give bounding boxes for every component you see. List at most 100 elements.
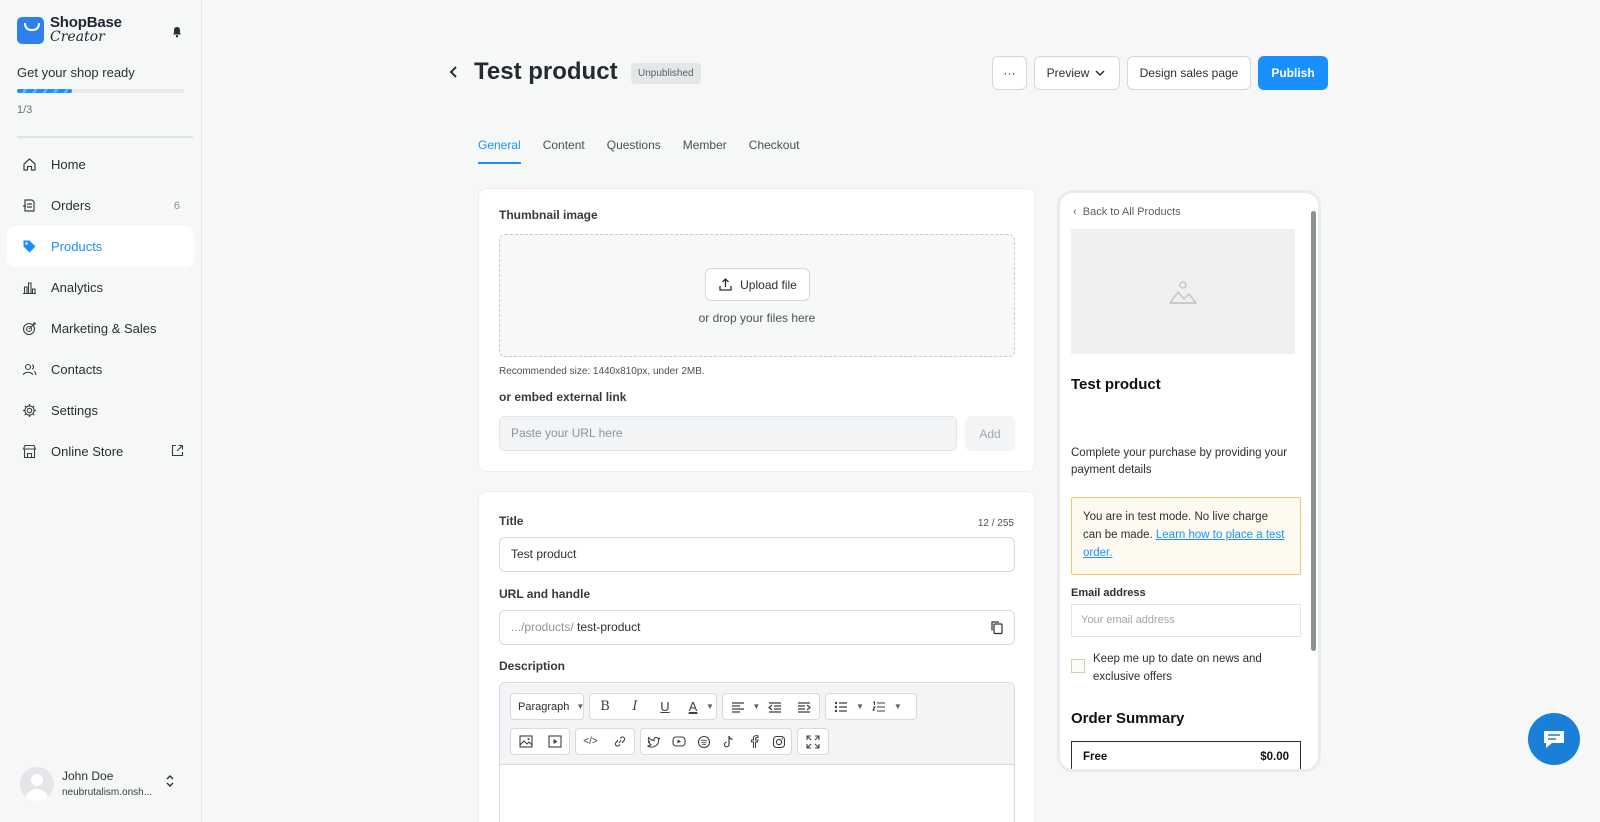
sidebar-item-online-store[interactable]: Online Store (7, 431, 194, 472)
chevron-down-icon[interactable]: ▼ (752, 702, 760, 711)
sidebar-item-products[interactable]: Products (7, 226, 194, 267)
chevron-down-icon (1095, 70, 1105, 77)
line-item-name: Free (1083, 750, 1108, 763)
text-color-icon[interactable]: A (680, 694, 706, 719)
publish-button[interactable]: Publish (1258, 56, 1328, 90)
email-label: Email address (1071, 587, 1146, 599)
bold-icon[interactable]: B (590, 694, 620, 719)
back-to-all-products-label: Back to All Products (1082, 206, 1181, 218)
tab-member[interactable]: Member (683, 138, 727, 164)
title-label: Title (499, 514, 524, 528)
bell-icon[interactable] (171, 26, 183, 38)
preview-button-label: Preview (1046, 66, 1090, 80)
design-sales-page-button[interactable]: Design sales page (1127, 56, 1251, 90)
sidebar-item-home[interactable]: Home (7, 144, 194, 185)
contacts-icon (21, 362, 37, 378)
shopping-bag-icon (17, 16, 44, 44)
store-icon (21, 444, 37, 460)
preview-product-title: Test product (1071, 376, 1161, 393)
outdent-icon[interactable] (760, 694, 789, 719)
fullscreen-group (797, 728, 829, 755)
chat-support-button[interactable] (1528, 713, 1580, 765)
newsletter-checkbox[interactable] (1071, 659, 1085, 673)
image-placeholder-icon (1169, 280, 1197, 304)
thumbnail-dropzone[interactable]: Upload file or drop your files here (499, 234, 1015, 357)
sidebar-item-analytics[interactable]: Analytics (7, 267, 194, 308)
home-icon (21, 157, 37, 173)
product-tabs: General Content Questions Member Checkou… (478, 138, 821, 164)
description-editor[interactable]: Paragraph ▼ B I U A ▼ ▼ ▼ ▼ </> (499, 682, 1015, 822)
upload-file-button[interactable]: Upload file (705, 268, 810, 301)
url-handle-label: URL and handle (499, 587, 591, 601)
more-actions-button[interactable]: ··· (992, 56, 1027, 90)
fullscreen-icon[interactable] (798, 729, 828, 754)
setup-progress-count: 1/3 (17, 104, 33, 116)
chevron-down-icon[interactable]: ▼ (706, 702, 714, 711)
underline-icon[interactable]: U (650, 694, 680, 719)
sidebar-divider (17, 136, 193, 138)
back-arrow-icon[interactable] (446, 63, 462, 81)
orders-icon (21, 198, 37, 214)
twitter-icon[interactable] (641, 729, 666, 754)
copy-icon[interactable] (990, 620, 1004, 635)
page-title: Test product (474, 58, 618, 85)
chevron-down-icon[interactable]: ▼ (894, 702, 902, 711)
embed-link-label: or embed external link (499, 390, 627, 404)
preview-scrollbar[interactable] (1311, 203, 1316, 763)
drop-files-text: or drop your files here (698, 311, 816, 325)
code-link-group: </> (575, 728, 635, 755)
upload-file-label: Upload file (740, 277, 797, 292)
external-link-icon[interactable] (171, 444, 184, 460)
user-shop-domain: neubrutalism.onsh... (62, 787, 153, 798)
preview-button[interactable]: Preview (1034, 56, 1120, 90)
sidebar-item-contacts[interactable]: Contacts (7, 349, 194, 390)
paragraph-select[interactable]: Paragraph ▼ (510, 693, 584, 720)
facebook-icon[interactable] (741, 729, 766, 754)
thumbnail-label: Thumbnail image (499, 208, 598, 222)
tag-icon (21, 239, 37, 255)
image-icon[interactable] (511, 729, 540, 754)
paragraph-select-value: Paragraph (518, 700, 570, 713)
newsletter-label: Keep me up to date on news and exclusive… (1093, 653, 1262, 683)
tab-general[interactable]: General (478, 138, 521, 164)
tab-questions[interactable]: Questions (607, 138, 661, 164)
test-mode-notice: You are in test mode. No live charge can… (1071, 497, 1301, 575)
chevron-down-icon[interactable]: ▼ (856, 702, 864, 711)
instagram-icon[interactable] (766, 729, 791, 754)
back-to-all-products-link[interactable]: ‹ Back to All Products (1073, 206, 1181, 218)
email-input[interactable]: Your email address (1071, 604, 1301, 637)
youtube-icon[interactable] (666, 729, 691, 754)
title-input[interactable]: Test product (499, 537, 1015, 572)
indent-icon[interactable] (790, 694, 819, 719)
user-menu[interactable]: John Doe neubrutalism.onsh... (20, 765, 190, 805)
sidebar-item-marketing[interactable]: Marketing & Sales (7, 308, 194, 349)
setup-title[interactable]: Get your shop ready (17, 65, 135, 80)
code-icon[interactable]: </> (576, 729, 605, 754)
setup-progress-bar (17, 89, 184, 93)
tab-content[interactable]: Content (543, 138, 585, 164)
link-icon[interactable] (605, 729, 634, 754)
italic-icon[interactable]: I (620, 694, 650, 719)
numbered-list-icon[interactable] (864, 694, 894, 719)
preview-instructions: Complete your purchase by providing your… (1071, 447, 1288, 476)
editor-toolbar: Paragraph ▼ B I U A ▼ ▼ ▼ ▼ </> (500, 683, 1014, 765)
video-icon[interactable] (540, 729, 569, 754)
description-label: Description (499, 659, 566, 673)
sidebar-item-settings[interactable]: Settings (7, 390, 194, 431)
sidebar-item-orders[interactable]: Orders 6 (7, 185, 194, 226)
shopbase-logo[interactable]: ShopBase Creator (17, 15, 122, 45)
sidebar-item-label: Products (51, 239, 103, 254)
tiktok-icon[interactable] (716, 729, 741, 754)
logo-text-product: Creator (50, 29, 105, 45)
expand-collapse-icon[interactable] (165, 773, 175, 789)
sidebar: ShopBase Creator Get your shop ready 1/3… (0, 0, 202, 822)
tab-checkout[interactable]: Checkout (749, 138, 800, 164)
add-link-button[interactable]: Add (965, 416, 1015, 451)
align-left-icon[interactable] (723, 694, 752, 719)
bullet-list-icon[interactable] (826, 694, 856, 719)
embed-url-input[interactable]: Paste your URL here (499, 416, 957, 451)
user-name: John Doe (62, 769, 114, 783)
list-group: ▼ ▼ (825, 693, 917, 720)
spotify-icon[interactable] (691, 729, 716, 754)
url-handle-input[interactable]: .../products/ test-product (499, 610, 1015, 645)
